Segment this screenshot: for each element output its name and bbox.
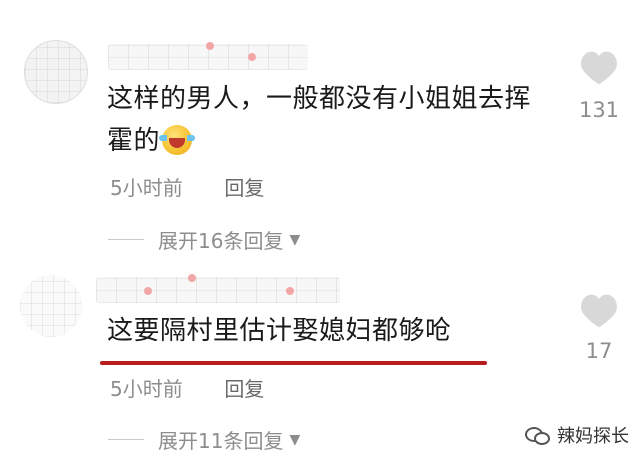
caret-down-icon: ▼	[289, 431, 301, 448]
redaction-dot	[286, 287, 294, 295]
redaction-dot	[248, 53, 256, 61]
comment-text: 这要隔村里估计娶媳妇都够呛	[107, 310, 507, 352]
reply-button[interactable]: 回复	[224, 172, 264, 201]
like-count: 17	[585, 339, 613, 363]
redaction-dot	[188, 274, 196, 282]
comment-meta: 5小时前 回复	[110, 373, 264, 402]
divider-line	[108, 239, 144, 240]
caret-down-icon: ▼	[289, 231, 301, 248]
heart-icon	[576, 293, 622, 329]
username-redacted[interactable]	[108, 42, 308, 70]
divider-line	[108, 439, 144, 440]
reply-button[interactable]: 回复	[224, 373, 264, 402]
expand-replies-label: 展开11条回复	[158, 429, 284, 453]
avatar[interactable]	[20, 275, 82, 337]
comment-body: 这要隔村里估计娶媳妇都够呛	[107, 316, 452, 346]
expand-replies-label: 展开16条回复	[158, 229, 284, 253]
redaction-dot	[206, 42, 214, 50]
comment-time: 5小时前	[110, 176, 183, 200]
username-redacted[interactable]	[96, 274, 340, 303]
like-button[interactable]: 17	[576, 293, 622, 363]
highlight-underline	[100, 361, 487, 365]
comment-text: 这样的男人，一般都没有小姐姐去挥霍的	[107, 78, 557, 162]
avatar[interactable]	[24, 40, 88, 104]
laughing-crying-emoji-icon	[159, 125, 196, 155]
expand-replies-button[interactable]: 展开16条回复 ▼	[108, 225, 300, 254]
wechat-icon	[525, 425, 551, 445]
comment-meta: 5小时前 回复	[110, 172, 264, 201]
like-count: 131	[578, 98, 620, 122]
expand-replies-button[interactable]: 展开11条回复 ▼	[108, 425, 300, 454]
watermark: 辣妈探长	[525, 422, 629, 448]
watermark-label: 辣妈探长	[557, 426, 629, 447]
comment-time: 5小时前	[110, 377, 183, 401]
heart-icon	[576, 50, 622, 86]
redaction-dot	[144, 287, 152, 295]
like-button[interactable]: 131	[576, 50, 622, 122]
comment-item: 这样的男人，一般都没有小姐姐去挥霍的 5小时前 回复 展开16条回复 ▼ 131	[0, 0, 641, 265]
